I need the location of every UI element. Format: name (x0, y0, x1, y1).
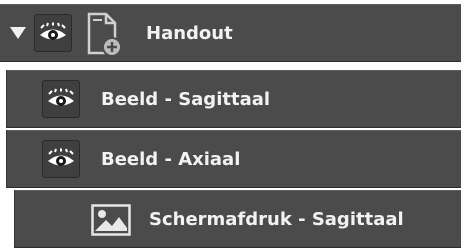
tree-item-label: Handout (146, 23, 233, 44)
expand-caret-icon[interactable] (10, 27, 26, 39)
visibility-toggle[interactable] (42, 80, 80, 118)
tree-item-handout[interactable]: Handout (0, 4, 461, 62)
visibility-toggle[interactable] (34, 14, 72, 52)
image-icon (91, 204, 131, 240)
layer-tree: Handout Beeld - Sagittaal Beeld - Axiaal (0, 0, 468, 249)
visibility-toggle[interactable] (42, 140, 80, 178)
tree-item-label: Beeld - Sagittaal (101, 89, 271, 110)
tree-item-label: Schermafdruk - Sagittaal (149, 209, 404, 230)
eye-icon (40, 22, 66, 40)
eye-icon (48, 148, 74, 166)
tree-item-schermafdruk-sagittaal[interactable]: Schermafdruk - Sagittaal (14, 190, 461, 248)
document-add-icon (86, 11, 122, 61)
tree-item-beeld-sagittaal[interactable]: Beeld - Sagittaal (6, 70, 461, 128)
tree-item-beeld-axiaal[interactable]: Beeld - Axiaal (6, 130, 461, 188)
tree-item-label: Beeld - Axiaal (101, 149, 241, 170)
eye-icon (48, 88, 74, 106)
